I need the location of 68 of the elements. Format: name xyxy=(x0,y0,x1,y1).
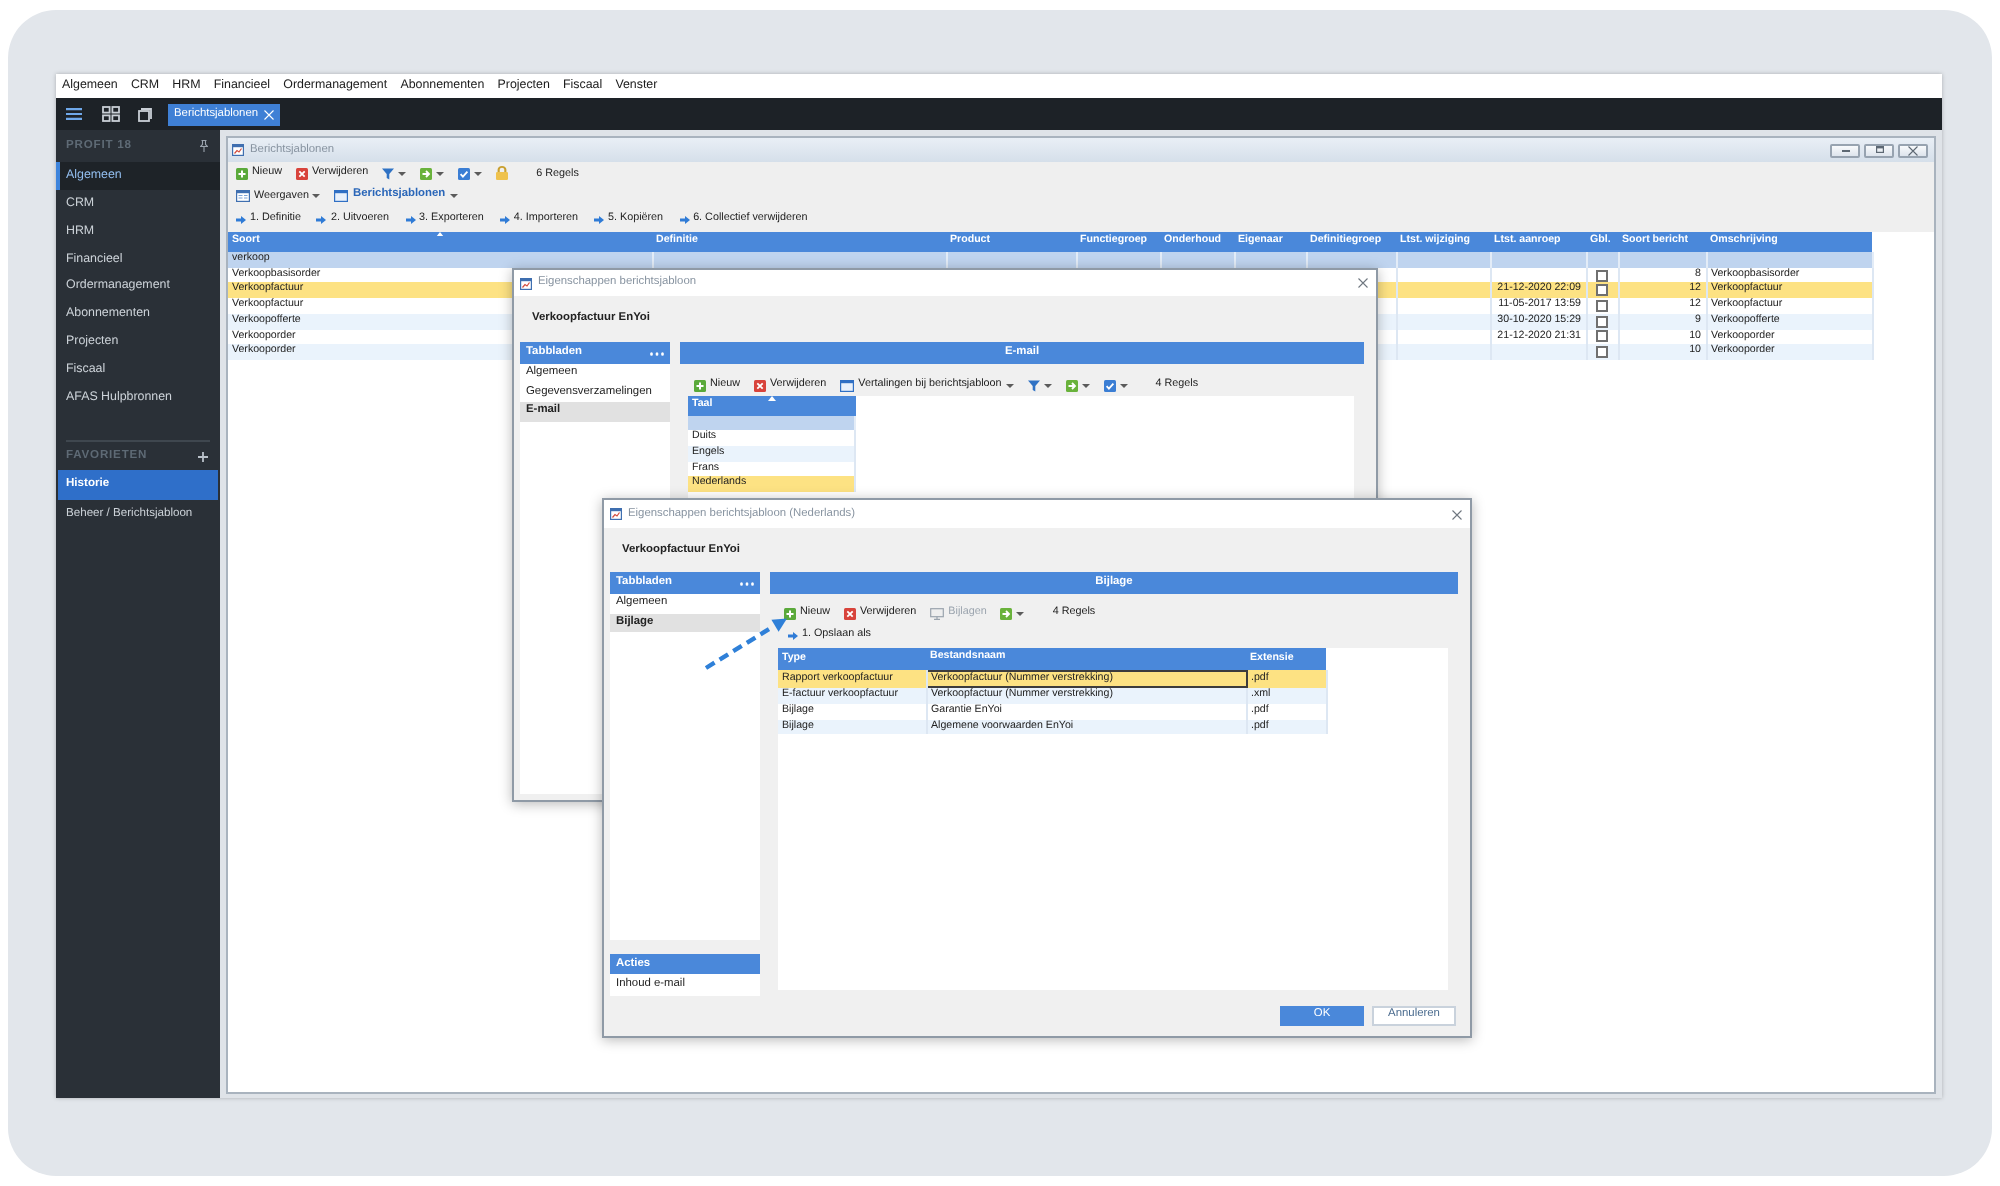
filter-field[interactable] xyxy=(946,252,1076,268)
arrow-icon xyxy=(236,215,246,224)
filter-field[interactable] xyxy=(1076,252,1160,268)
close-icon xyxy=(1358,278,1368,288)
check-dropdown[interactable] xyxy=(1101,376,1130,394)
window-icon xyxy=(840,379,855,391)
filter-field[interactable] xyxy=(652,252,946,268)
arrow-icon xyxy=(593,215,604,224)
arrow-dropdown[interactable] xyxy=(998,604,1027,622)
plus-icon xyxy=(784,607,796,619)
filter-field[interactable] xyxy=(688,416,855,431)
arrow-dropdown[interactable] xyxy=(418,164,447,183)
check-icon xyxy=(458,167,471,180)
close-button[interactable] xyxy=(1452,509,1462,519)
plus-icon xyxy=(236,167,248,180)
check-icon xyxy=(1103,379,1116,391)
check-dropdown[interactable] xyxy=(456,164,485,183)
filter-dropdown[interactable] xyxy=(1025,376,1054,394)
window-icon xyxy=(610,508,622,520)
filter-field[interactable] xyxy=(1234,252,1306,268)
pin-icon[interactable] xyxy=(200,140,208,152)
minimize-button[interactable] xyxy=(1830,143,1860,157)
filter-field[interactable] xyxy=(1586,252,1618,268)
window-icon xyxy=(520,277,532,289)
arrow-icon xyxy=(499,215,510,224)
arrow-icon xyxy=(420,167,433,180)
window-icon xyxy=(232,144,244,156)
filter-field[interactable] xyxy=(1306,252,1396,268)
close-button[interactable] xyxy=(1358,278,1368,288)
padlock-icon xyxy=(496,166,509,181)
filter-icon xyxy=(1027,379,1040,391)
window-icon xyxy=(334,190,349,203)
menu-icon[interactable] xyxy=(66,108,82,120)
arrow-icon xyxy=(788,632,798,640)
filter-field[interactable] xyxy=(1396,252,1490,268)
filter-field[interactable] xyxy=(1706,252,1872,268)
plus-icon xyxy=(694,379,706,391)
checkbox[interactable] xyxy=(1596,330,1608,343)
checkbox[interactable] xyxy=(1596,299,1608,312)
window-icon[interactable] xyxy=(138,107,152,121)
delete-icon xyxy=(753,379,766,391)
window-icon xyxy=(236,190,250,203)
delete-icon xyxy=(843,607,856,619)
close-button[interactable] xyxy=(1898,143,1928,157)
close-icon xyxy=(264,109,275,119)
maximize-icon xyxy=(1875,146,1883,154)
close-icon xyxy=(1908,145,1918,155)
arrow-icon xyxy=(1065,379,1078,391)
checkbox[interactable] xyxy=(1596,269,1608,282)
arrow-icon xyxy=(316,215,327,224)
filter-field[interactable] xyxy=(1618,252,1706,268)
plus-icon[interactable] xyxy=(198,451,208,462)
monitor-icon xyxy=(930,607,945,619)
delete-icon xyxy=(295,167,308,180)
filter-icon xyxy=(382,167,395,180)
checkbox[interactable] xyxy=(1596,346,1608,359)
grid-icon[interactable] xyxy=(102,106,120,122)
checkbox[interactable] xyxy=(1596,284,1608,297)
filter-field[interactable] xyxy=(1490,252,1586,268)
filter-dropdown[interactable] xyxy=(380,164,409,183)
maximize-button[interactable] xyxy=(1864,143,1894,157)
arrow-icon xyxy=(1000,607,1013,619)
arrow-icon xyxy=(405,215,416,224)
checkbox[interactable] xyxy=(1596,315,1608,328)
close-icon xyxy=(1452,509,1462,519)
arrow-dropdown[interactable] xyxy=(1063,376,1092,394)
arrow-icon xyxy=(679,215,690,224)
filter-field[interactable] xyxy=(1160,252,1234,268)
